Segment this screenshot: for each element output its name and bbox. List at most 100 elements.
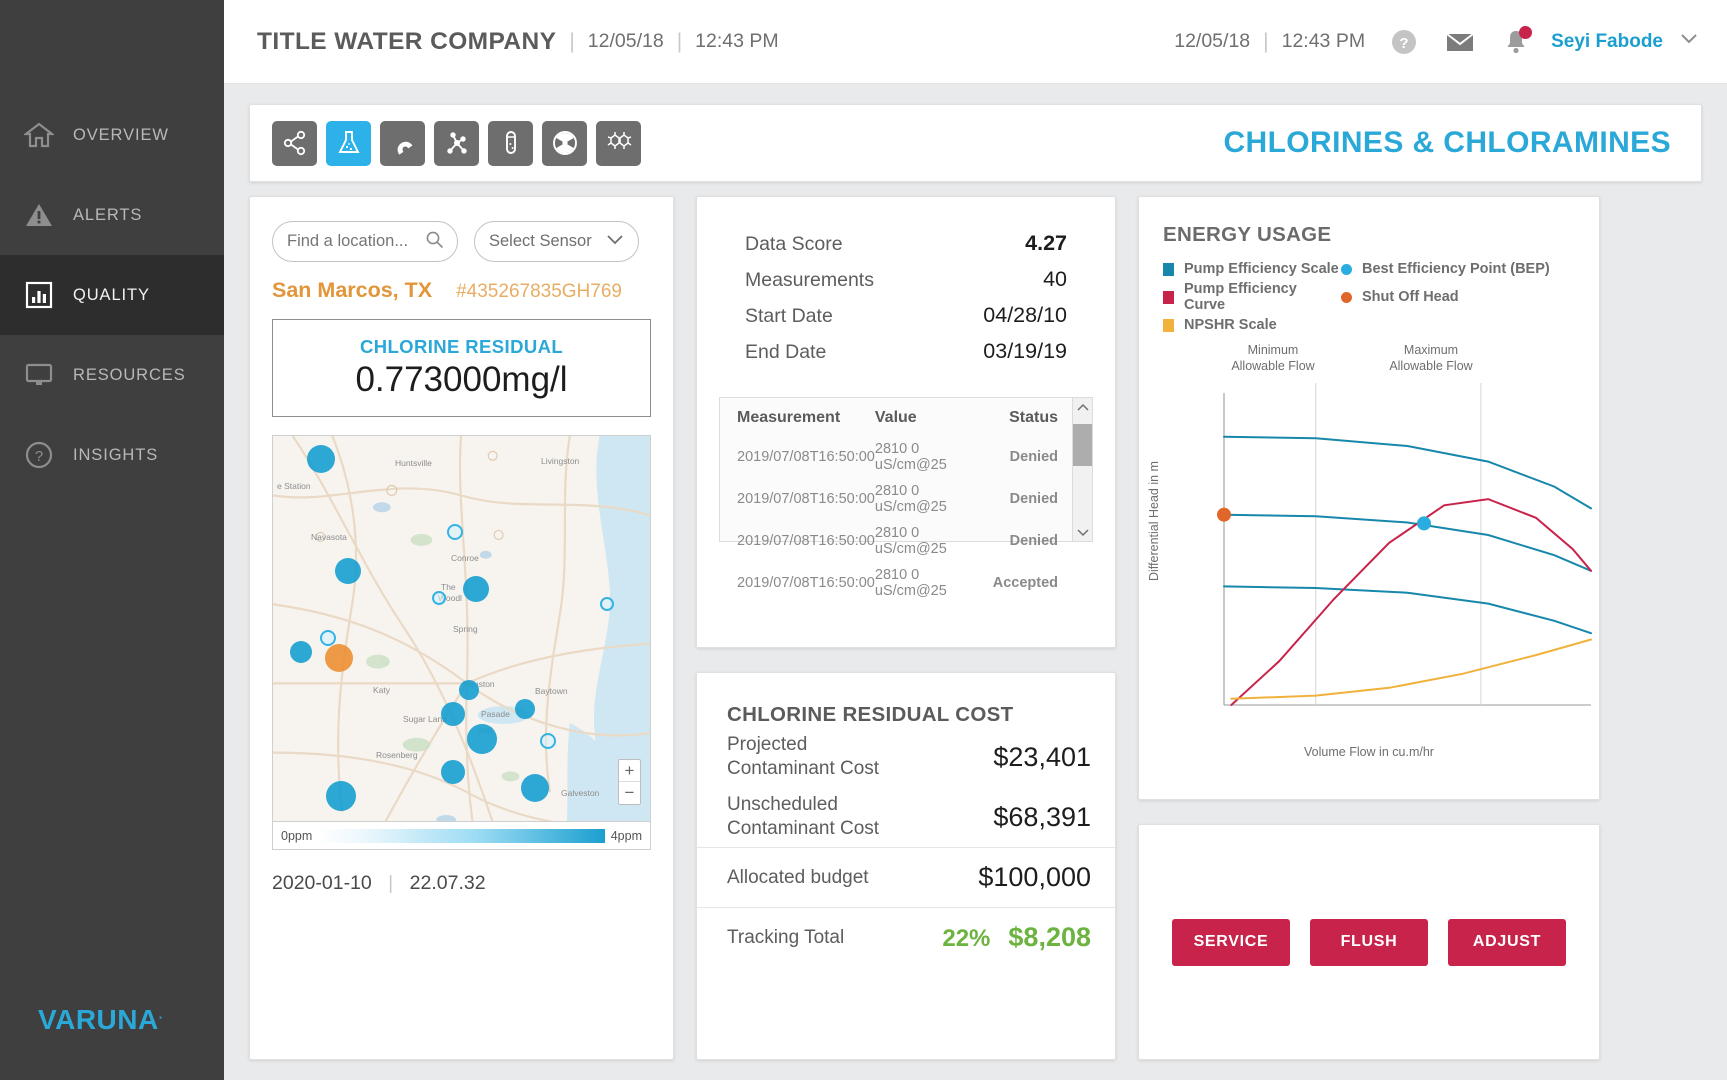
service-button[interactable]: SERVICE — [1172, 918, 1290, 966]
map-sensor-point[interactable] — [463, 576, 489, 602]
map-sensor-point[interactable] — [459, 680, 479, 700]
sidebar-item-overview[interactable]: OVERVIEW — [0, 95, 224, 175]
chart-marker — [1417, 516, 1432, 531]
sidebar-item-label: QUALITY — [73, 285, 150, 304]
map-sensor-point[interactable] — [290, 641, 312, 663]
map-sensor-point[interactable] — [467, 724, 497, 754]
test-tube-icon[interactable] — [488, 120, 533, 166]
map-sensor-point[interactable] — [335, 558, 361, 584]
cost-label: Projected Contaminant Cost — [727, 733, 879, 781]
question-circle-icon: ? — [22, 438, 56, 472]
map-sensor-point[interactable] — [515, 699, 535, 719]
top-header: TITLE WATER COMPANY | 12/05/18 | 12:43 P… — [224, 0, 1727, 84]
map-zoom-controls[interactable]: + − — [618, 759, 641, 805]
analyte-panel-title: CHLORINES & CHLORAMINES — [1223, 126, 1671, 159]
data-score-key: End Date — [745, 341, 827, 363]
network-nodes-icon[interactable] — [272, 120, 317, 166]
help-circle-icon[interactable]: ? — [1387, 25, 1421, 59]
map-sensor-point[interactable] — [441, 760, 465, 784]
legend-label: Pump Efficiency Scale — [1184, 261, 1339, 277]
metric-value: 0.773000mg/l — [355, 360, 568, 399]
sensor-map[interactable]: e Station Huntsville Livingston Navasota Con… — [272, 435, 651, 850]
map-sensor-point[interactable] — [600, 597, 614, 611]
chevron-down-icon[interactable] — [606, 232, 624, 251]
data-score-value: 40 — [1043, 267, 1067, 291]
sidebar: OVERVIEW ALERTS QUALITY RESOURCES ? INSI… — [0, 0, 224, 1080]
cell-value: 2810 0 uS/cm@25 — [874, 567, 947, 599]
mail-icon[interactable] — [1443, 25, 1477, 59]
map-label: Spring — [453, 624, 478, 634]
benzene-rings-icon[interactable] — [596, 120, 641, 166]
analyte-buttons — [272, 120, 650, 166]
map-sensor-point[interactable] — [432, 591, 446, 605]
data-score-value: 03/19/19 — [983, 339, 1067, 363]
table-scrollbar[interactable] — [1072, 398, 1092, 541]
chart-marker — [1217, 507, 1231, 522]
legend-swatch-icon — [1163, 262, 1174, 276]
legend-label: NPSHR Scale — [1184, 317, 1277, 333]
map-label: Livingston — [541, 456, 580, 466]
data-score-row: Measurements 40 — [697, 267, 1115, 303]
molecule-icon[interactable] — [434, 120, 479, 166]
map-sensor-point[interactable] — [441, 702, 465, 726]
bell-icon[interactable] — [1499, 25, 1533, 59]
cell-value: 2810 0 uS/cm@25 — [874, 441, 947, 473]
table-row[interactable]: 2019/07/08T16:50:00 2810 0 uS/cm@25 Accept… — [720, 562, 1072, 604]
radiation-icon[interactable] — [542, 120, 587, 166]
location-name: San Marcos, TX — [272, 278, 433, 302]
adjust-button[interactable]: ADJUST — [1448, 918, 1566, 966]
cost-row: Allocated budget $100,000 — [697, 847, 1115, 907]
header-separator-3: | — [1263, 29, 1269, 53]
table-row[interactable]: 2019/07/08T16:50:00 2810 0 uS/cm@25 Denied — [720, 520, 1072, 562]
varuna-logo: VARUNA. — [38, 1004, 163, 1036]
flask-icon[interactable] — [326, 120, 371, 166]
user-name[interactable]: Seyi Fabode — [1551, 31, 1663, 53]
cost-label-line-2: Contaminant Cost — [727, 818, 880, 839]
sidebar-item-resources[interactable]: RESOURCES — [0, 335, 224, 415]
sensor-select[interactable]: Select Sensor — [474, 221, 639, 262]
sidebar-item-insights[interactable]: ? INSIGHTS — [0, 415, 224, 495]
map-sensor-point[interactable] — [521, 774, 549, 802]
cost-label-line-1: Allocated budget — [727, 866, 869, 888]
data-score-key: Start Date — [745, 305, 833, 327]
cost-label-line-1: Unscheduled — [727, 794, 838, 816]
scroll-up-icon[interactable] — [1073, 398, 1092, 416]
scrollbar-thumb[interactable] — [1073, 424, 1092, 466]
data-score-row: Data Score 4.27 — [697, 231, 1115, 267]
search-icon[interactable] — [425, 230, 444, 254]
status-badge: Denied — [1009, 491, 1058, 507]
flush-button[interactable]: FLUSH — [1310, 918, 1428, 966]
map-footer-time: 22.07.32 — [409, 872, 486, 894]
sidebar-item-alerts[interactable]: ALERTS — [0, 175, 224, 255]
legend-item: NPSHR Scale — [1163, 317, 1341, 333]
cost-value: $8,208 — [1008, 922, 1091, 952]
map-sensor-point[interactable] — [447, 524, 463, 540]
search-input[interactable] — [287, 232, 425, 251]
map-sensor-point[interactable] — [540, 733, 556, 749]
cost-value: $100,000 — [978, 862, 1091, 892]
map-sensor-point[interactable] — [325, 644, 353, 672]
legend-item: Pump Efficiency Scale — [1163, 261, 1341, 277]
map-label: Rosenberg — [376, 750, 418, 760]
map-zoom-in-button[interactable]: + — [619, 760, 640, 782]
chart-series-line — [1223, 513, 1592, 572]
magnet-icon[interactable] — [380, 120, 425, 166]
map-zoom-out-button[interactable]: − — [619, 782, 640, 804]
chart-series-line — [1223, 435, 1592, 510]
scroll-down-icon[interactable] — [1073, 523, 1092, 541]
chlorine-cost-panel: CHLORINE RESIDUAL COST Projected Contamin… — [696, 672, 1116, 1060]
home-icon — [22, 118, 56, 152]
cell-measurement: 2019/07/08T16:50:00 — [737, 575, 875, 591]
map-sensor-point[interactable] — [307, 445, 335, 473]
sidebar-nav: OVERVIEW ALERTS QUALITY RESOURCES ? INSI… — [0, 95, 224, 495]
chevron-down-icon[interactable] — [1679, 32, 1699, 51]
table-row[interactable]: 2019/07/08T16:50:00 2810 0 uS/cm@25 Denied — [720, 436, 1072, 478]
table-row[interactable]: 2019/07/08T16:50:00 2810 0 uS/cm@25 Denied — [720, 478, 1072, 520]
map-sensor-point[interactable] — [320, 630, 336, 646]
search-input-wrap[interactable] — [272, 221, 458, 262]
cost-label-line-1: Projected — [727, 734, 808, 756]
measurements-table: Measurement Value Status 2019/07/08T16:5… — [720, 398, 1072, 604]
data-score-row: Start Date 04/28/10 — [697, 303, 1115, 339]
map-sensor-point[interactable] — [326, 781, 356, 811]
sidebar-item-quality[interactable]: QUALITY — [0, 255, 224, 335]
